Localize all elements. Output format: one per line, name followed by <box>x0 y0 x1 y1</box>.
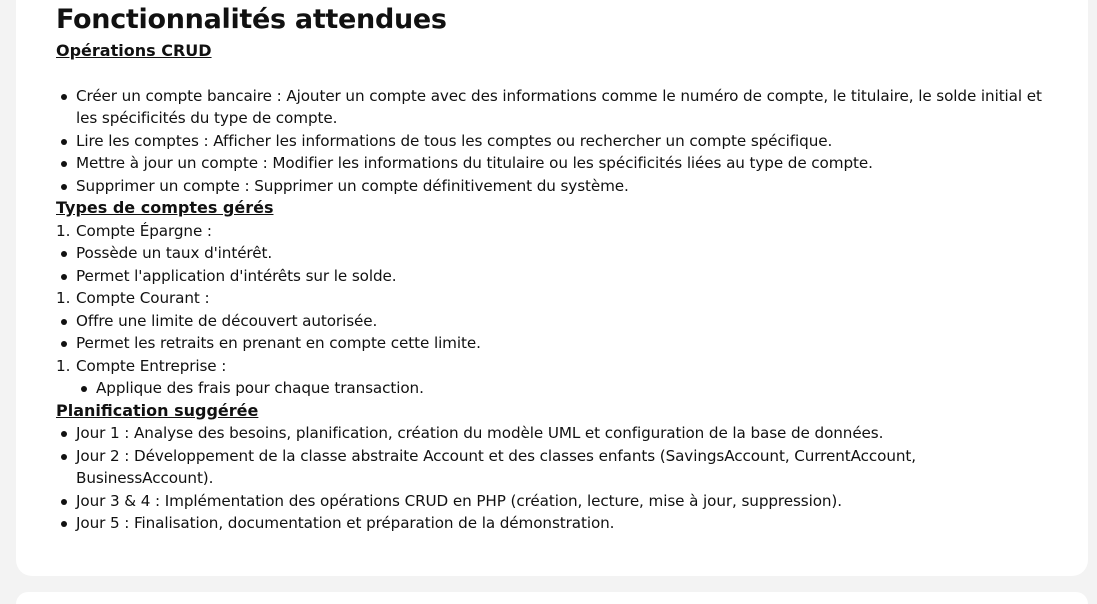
list-item: Possède un taux d'intérêt. <box>56 242 1056 265</box>
list-item: Jour 5 : Finalisation, documentation et … <box>56 512 1056 535</box>
list-item: Permet l'application d'intérêts sur le s… <box>56 265 1056 288</box>
epargne-features: Possède un taux d'intérêt. Permet l'appl… <box>56 242 1056 287</box>
list-item: Mettre à jour un compte : Modifier les i… <box>56 152 1056 175</box>
list-item: Offre une limite de découvert autorisée. <box>56 310 1056 333</box>
list-item: Lire les comptes : Afficher les informat… <box>56 130 1056 153</box>
document-content: Fonctionnalités attendues Opérations CRU… <box>56 0 1056 535</box>
type-label: Compte Entreprise : <box>76 356 227 375</box>
list-item: Jour 1 : Analyse des besoins, planificat… <box>56 422 1056 445</box>
type-epargne: 1. Compte Épargne : <box>56 220 1056 243</box>
type-entreprise: 1. Compte Entreprise : <box>56 355 1056 378</box>
page-title: Fonctionnalités attendues <box>56 4 447 35</box>
list-number: 1. <box>56 221 71 240</box>
plan-list: Jour 1 : Analyse des besoins, planificat… <box>56 422 1056 535</box>
list-item: Jour 3 & 4 : Implémentation des opératio… <box>56 490 1056 513</box>
next-card-edge <box>16 592 1088 604</box>
list-number: 1. <box>56 356 71 375</box>
type-label: Compte Épargne : <box>76 221 212 240</box>
entreprise-features: Applique des frais pour chaque transacti… <box>56 377 1056 400</box>
type-label: Compte Courant : <box>76 289 210 307</box>
list-item: Supprimer un compte : Supprimer un compt… <box>56 175 1056 198</box>
content-card: Fonctionnalités attendues Opérations CRU… <box>16 0 1088 576</box>
list-item: Jour 2 : Développement de la classe abst… <box>56 445 1056 490</box>
crud-heading: Opérations CRUD <box>56 41 212 60</box>
list-number: 1. <box>56 289 71 307</box>
types-list: 1. Compte Épargne : <box>56 220 1056 243</box>
types-heading: Types de comptes gérés <box>56 198 274 217</box>
type-courant: 1. Compte Courant : <box>56 287 1056 310</box>
types-list: 1. Compte Courant : <box>56 287 1056 310</box>
courant-features: Offre une limite de découvert autorisée.… <box>56 310 1056 355</box>
list-item: Permet les retraits en prenant en compte… <box>56 332 1056 355</box>
types-list: 1. Compte Entreprise : <box>56 355 1056 378</box>
plan-heading: Planification suggérée <box>56 400 259 420</box>
list-item: Applique des frais pour chaque transacti… <box>76 377 1056 400</box>
crud-list: Créer un compte bancaire : Ajouter un co… <box>56 85 1056 198</box>
list-item: Créer un compte bancaire : Ajouter un co… <box>56 85 1056 130</box>
